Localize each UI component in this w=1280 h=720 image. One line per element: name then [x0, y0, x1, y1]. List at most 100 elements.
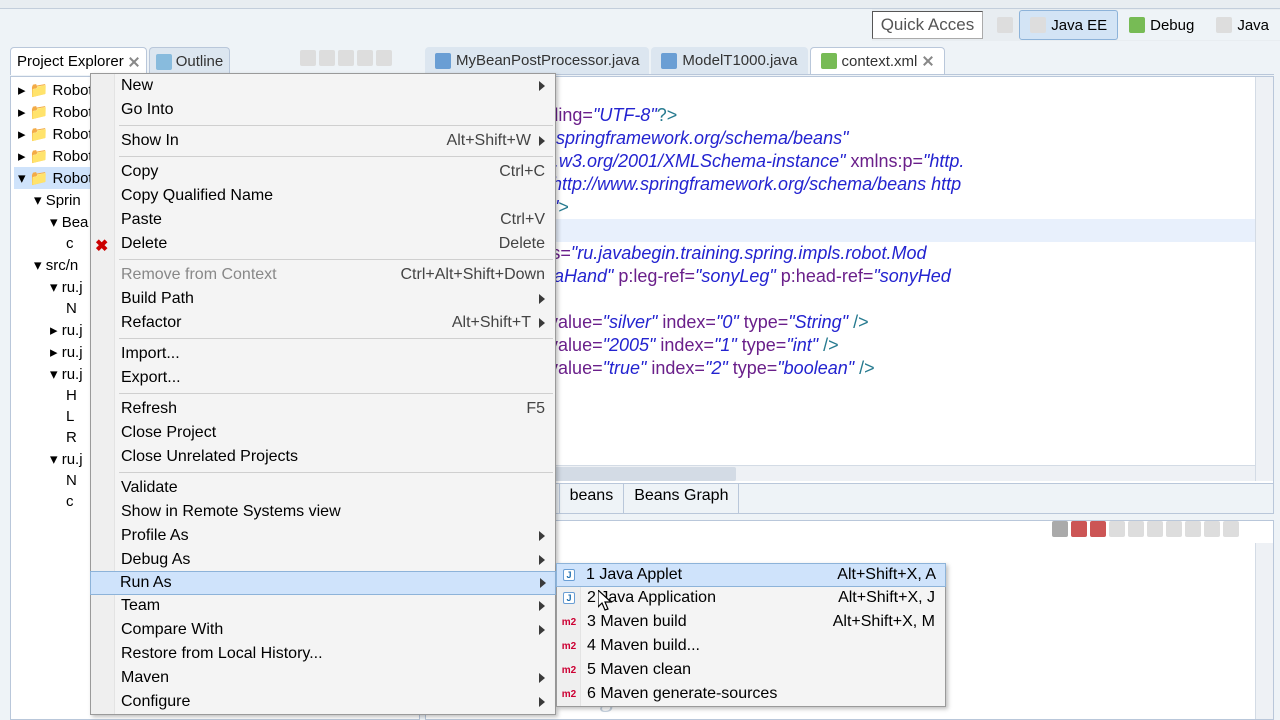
menu-item-run-as[interactable]: Run As [90, 571, 556, 595]
menu-item-label: Close Unrelated Projects [121, 448, 298, 466]
perspective-debug[interactable]: Debug [1118, 10, 1205, 40]
menu-item-build-path[interactable]: Build Path [91, 287, 555, 311]
menu-item-team[interactable]: Team [91, 594, 555, 618]
context-menu: NewGo IntoShow InAlt+Shift+WCopyCtrl+CCo… [90, 73, 556, 715]
submenu-arrow-icon [539, 136, 545, 146]
vertical-scrollbar[interactable] [1255, 77, 1273, 481]
bottom-tab-beans[interactable]: beans [560, 484, 625, 513]
menu-separator [119, 156, 553, 157]
submenu-arrow-icon [540, 578, 546, 588]
menu-item-paste[interactable]: PasteCtrl+V [91, 208, 555, 232]
menu-item-label: Build Path [121, 290, 194, 308]
perspective-label: Java [1237, 17, 1269, 34]
menu-item-delete[interactable]: ✖ Delete Delete [91, 232, 555, 256]
menu-item-label: Import... [121, 345, 180, 363]
menu-item-go-into[interactable]: Go Into [91, 98, 555, 122]
submenu-arrow-icon [539, 81, 545, 91]
scroll-lock-icon[interactable] [1128, 521, 1144, 537]
menu-item-label: Profile As [121, 527, 189, 545]
submenu-item-maven-build[interactable]: m24 Maven build... [557, 634, 945, 658]
open-perspective-icon[interactable] [997, 17, 1013, 33]
menu-item-label: Export... [121, 369, 181, 387]
minimize-icon[interactable] [357, 50, 373, 66]
menu-item-copy-qualified-name[interactable]: Copy Qualified Name [91, 184, 555, 208]
menu-item-label: Run As [120, 574, 172, 592]
view-menu-icon[interactable] [338, 50, 354, 66]
menu-shortcut: Delete [499, 235, 545, 253]
menu-item-export[interactable]: Export... [91, 366, 555, 390]
bottom-tab-beans-graph[interactable]: Beans Graph [624, 484, 739, 513]
link-editor-icon[interactable] [319, 50, 335, 66]
submenu-item-maven-generate-sources[interactable]: m26 Maven generate-sources [557, 682, 945, 706]
display-icon[interactable] [1166, 521, 1182, 537]
menu-shortcut: Alt+Shift+X, A [837, 566, 936, 584]
menu-item-remove-from-context: Remove from ContextCtrl+Alt+Shift+Down [91, 263, 555, 287]
menu-item-label: Compare With [121, 621, 223, 639]
menu-item-label: Copy Qualified Name [121, 187, 273, 205]
close-icon[interactable] [922, 55, 934, 67]
menu-item-close-unrelated-projects[interactable]: Close Unrelated Projects [91, 445, 555, 469]
menu-shortcut: Ctrl+V [500, 211, 545, 229]
editor-tab-modelt1000[interactable]: ModelT1000.java [651, 47, 807, 74]
perspective-java[interactable]: Java [1205, 10, 1280, 40]
menu-item-label: Restore from Local History... [121, 645, 323, 663]
menu-item-label: Delete [121, 235, 167, 253]
min-icon[interactable] [1204, 521, 1220, 537]
menu-item-restore-from-local-history[interactable]: Restore from Local History... [91, 642, 555, 666]
menu-item-refactor[interactable]: RefactorAlt+Shift+T [91, 311, 555, 335]
submenu-item-label: 5 Maven clean [587, 661, 691, 679]
editor-tab-context-xml[interactable]: context.xml [810, 47, 946, 74]
java-ee-icon [1030, 17, 1046, 33]
perspective-java-ee[interactable]: Java EE [1019, 10, 1118, 40]
menu-separator [119, 338, 553, 339]
menu-shortcut: Ctrl+Alt+Shift+Down [400, 266, 545, 284]
menu-item-copy[interactable]: CopyCtrl+C [91, 160, 555, 184]
menu-item-validate[interactable]: Validate [91, 476, 555, 500]
perspective-label: Java EE [1051, 17, 1107, 34]
max-icon[interactable] [1223, 521, 1239, 537]
submenu-item-maven-clean[interactable]: m2 5 Maven clean [557, 658, 945, 682]
pin-icon[interactable] [1147, 521, 1163, 537]
menu-item-close-project[interactable]: Close Project [91, 421, 555, 445]
tab-outline[interactable]: Outline [149, 47, 231, 75]
menu-item-debug-as[interactable]: Debug As [91, 548, 555, 572]
maven-run-icon: m2 [561, 662, 577, 678]
terminate-icon[interactable] [1090, 521, 1106, 537]
menu-item-new[interactable]: New [91, 74, 555, 98]
editor-tab-mybeanpostprocessor[interactable]: MyBeanPostProcessor.java [425, 47, 649, 74]
quick-access-input[interactable]: Quick Acces [872, 11, 984, 39]
editor-tab-label: context.xml [842, 53, 918, 70]
tab-label: Outline [176, 53, 224, 70]
submenu-arrow-icon [539, 625, 545, 635]
collapse-all-icon[interactable] [300, 50, 316, 66]
view-toolbar [300, 50, 392, 66]
menu-shortcut: Alt+Shift+T [452, 314, 531, 332]
submenu-item-java-applet[interactable]: J1 Java AppletAlt+Shift+X, A [556, 563, 946, 587]
java-run-icon: J [561, 590, 577, 606]
open-console-icon[interactable] [1185, 521, 1201, 537]
submenu-arrow-icon [539, 601, 545, 611]
menu-separator [119, 393, 553, 394]
close-icon[interactable] [128, 56, 140, 68]
remove-launch-icon[interactable] [1052, 521, 1068, 537]
menu-item-profile-as[interactable]: Profile As [91, 524, 555, 548]
menu-item-show-in[interactable]: Show InAlt+Shift+W [91, 129, 555, 153]
remove-all-icon[interactable] [1071, 521, 1087, 537]
tab-project-explorer[interactable]: Project Explorer [10, 47, 147, 75]
tab-label: Project Explorer [17, 53, 124, 70]
menu-item-label: Copy [121, 163, 158, 181]
java-icon [1216, 17, 1232, 33]
menu-item-label: Maven [121, 669, 169, 687]
menu-item-maven[interactable]: Maven [91, 666, 555, 690]
delete-icon: ✖ [95, 236, 111, 252]
menu-item-import[interactable]: Import... [91, 342, 555, 366]
menu-item-label: New [121, 77, 153, 95]
clear-icon[interactable] [1109, 521, 1125, 537]
menu-item-configure[interactable]: Configure [91, 690, 555, 714]
menu-item-refresh[interactable]: RefreshF5 [91, 397, 555, 421]
vertical-scrollbar[interactable] [1255, 543, 1273, 719]
maximize-icon[interactable] [376, 50, 392, 66]
menu-item-label: Team [121, 597, 160, 615]
menu-item-compare-with[interactable]: Compare With [91, 618, 555, 642]
menu-item-show-in-remote-systems-view[interactable]: Show in Remote Systems view [91, 500, 555, 524]
